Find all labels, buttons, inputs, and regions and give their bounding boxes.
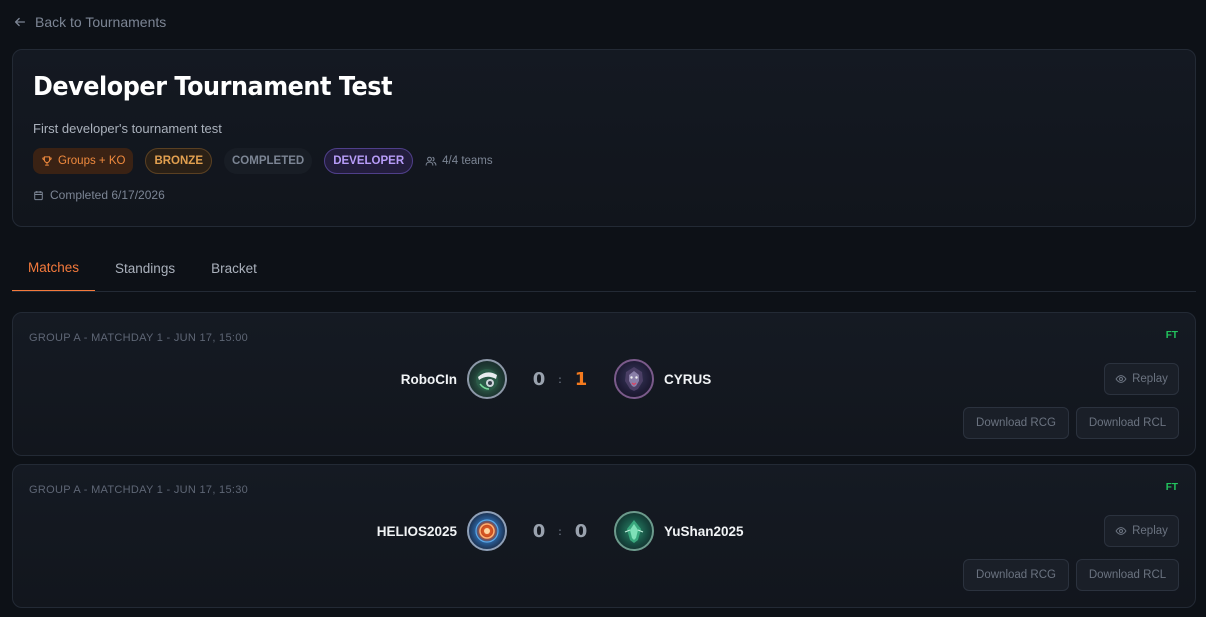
match-card: GROUP A - MATCHDAY 1 - JUN 17, 15:00 FT …	[12, 312, 1196, 456]
home-team-name: RoboCIn	[400, 371, 457, 387]
match-state-badge: FT	[1165, 330, 1178, 341]
tab-bar: Matches Standings Bracket	[12, 249, 1196, 292]
download-rcl-button[interactable]: Download RCL	[1076, 559, 1179, 591]
status-badge: COMPLETED	[224, 148, 313, 174]
away-score: 1	[574, 368, 588, 390]
away-team-name: CYRUS	[664, 371, 712, 387]
helios-logo-icon	[467, 511, 507, 551]
tournament-badges: Groups + KO BRONZE COMPLETED DEVELOPER 4…	[33, 148, 1175, 174]
away-team: YuShan2025	[614, 510, 744, 552]
replay-button[interactable]: Replay	[1104, 363, 1179, 395]
back-link-label: Back to Tournaments	[35, 14, 167, 30]
page-title: Developer Tournament Test	[33, 72, 393, 102]
replay-button[interactable]: Replay	[1104, 515, 1179, 547]
cyrus-logo-icon	[614, 359, 654, 399]
replay-button-label: Replay	[1132, 525, 1168, 537]
match-score: 0 : 0	[530, 510, 590, 552]
completion-date-label: Completed 6/17/2026	[50, 188, 165, 202]
match-card: GROUP A - MATCHDAY 1 - JUN 17, 15:30 FT …	[12, 464, 1196, 608]
tier-badge: BRONZE	[145, 148, 212, 174]
home-team-name: HELIOS2025	[376, 523, 457, 539]
score-separator: :	[558, 524, 562, 538]
users-icon	[425, 156, 437, 166]
format-badge-label: Groups + KO	[58, 155, 126, 167]
tab-matches[interactable]: Matches	[12, 249, 96, 291]
download-rcg-button[interactable]: Download RCG	[963, 407, 1069, 439]
tournament-header: Developer Tournament Test First develope…	[12, 49, 1196, 227]
replay-button-label: Replay	[1132, 373, 1168, 385]
home-team: HELIOS2025	[377, 510, 507, 552]
home-score: 0	[532, 368, 546, 390]
calendar-icon	[34, 190, 43, 200]
robocin-logo-icon	[467, 359, 507, 399]
home-team: RoboCIn	[401, 358, 507, 400]
away-score: 0	[574, 520, 588, 542]
tournament-description: First developer's tournament test	[33, 121, 222, 136]
tab-bracket[interactable]: Bracket	[195, 249, 273, 291]
arrow-left-icon	[14, 17, 26, 27]
away-team-name: YuShan2025	[664, 523, 744, 539]
home-score: 0	[532, 520, 546, 542]
teams-count-label: 4/4 teams	[442, 155, 493, 167]
match-state-badge: FT	[1165, 482, 1178, 493]
eye-icon	[1115, 375, 1127, 383]
away-team: CYRUS	[614, 358, 711, 400]
trophy-icon	[42, 156, 52, 166]
teams-count: 4/4 teams	[425, 148, 493, 174]
completion-date: Completed 6/17/2026	[33, 188, 1175, 202]
download-rcl-button[interactable]: Download RCL	[1076, 407, 1179, 439]
yushan-logo-icon	[614, 511, 654, 551]
format-badge: Groups + KO	[33, 148, 134, 174]
tab-standings[interactable]: Standings	[99, 249, 191, 291]
tournament-page: Back to Tournaments Developer Tournament…	[0, 0, 1206, 617]
score-separator: :	[558, 372, 562, 386]
back-link[interactable]: Back to Tournaments	[13, 14, 166, 30]
eye-icon	[1115, 527, 1127, 535]
match-score: 0 : 1	[530, 358, 590, 400]
match-label: GROUP A - MATCHDAY 1 - JUN 17, 15:00	[29, 332, 249, 344]
match-label: GROUP A - MATCHDAY 1 - JUN 17, 15:30	[29, 484, 249, 496]
download-rcg-button[interactable]: Download RCG	[963, 559, 1069, 591]
type-badge: DEVELOPER	[324, 148, 414, 174]
